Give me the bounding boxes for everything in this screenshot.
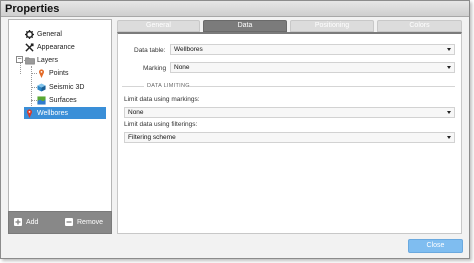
tree-item-seismic-3d[interactable]: Seismic 3D xyxy=(37,81,84,93)
markings-limit-select[interactable]: None xyxy=(124,107,455,118)
data-limiting-heading: DATA LIMITING xyxy=(147,83,190,89)
tree-item-label: General xyxy=(37,30,62,38)
remove-layer-button[interactable]: Remove xyxy=(65,218,103,226)
cube-icon xyxy=(37,82,46,92)
dropdown-arrow-icon xyxy=(447,48,451,51)
tree-item-points[interactable]: Points xyxy=(37,67,68,79)
pin-icon xyxy=(37,68,46,78)
gear-icon xyxy=(25,29,34,39)
tab-positioning[interactable]: Positioning xyxy=(290,20,374,32)
tab-data[interactable]: Data xyxy=(203,20,287,32)
minus-icon xyxy=(65,218,73,226)
marking-label: Marking xyxy=(143,65,167,72)
filterings-limit-value: Filtering scheme xyxy=(128,134,176,141)
folder-icon xyxy=(25,56,35,65)
layer-tree-panel: General Appearance − Layers Points Seism… xyxy=(8,19,112,233)
remove-label: Remove xyxy=(77,218,104,226)
tree-item-label: Layers xyxy=(37,56,59,64)
plus-icon xyxy=(14,218,22,226)
data-table-label: Data table: xyxy=(134,47,166,54)
tab-general[interactable]: General xyxy=(117,20,200,32)
tab-bar: General Data Positioning Colors xyxy=(117,20,462,32)
markings-limit-label: Limit data using markings: xyxy=(124,96,200,103)
section-divider xyxy=(189,86,455,87)
data-table-value: Wellbores xyxy=(174,46,203,53)
markings-limit-value: None xyxy=(128,109,144,116)
tree-item-label: Points xyxy=(49,69,69,77)
add-label: Add xyxy=(26,218,39,226)
dialog-title: Properties xyxy=(5,3,60,15)
dropdown-arrow-icon xyxy=(447,66,451,69)
tree-item-label: Wellbores xyxy=(37,109,68,117)
tree-item-appearance[interactable]: Appearance xyxy=(25,41,75,53)
marking-value: None xyxy=(174,64,190,71)
tree-item-layers[interactable]: Layers xyxy=(25,54,58,66)
add-layer-button[interactable]: Add xyxy=(14,218,38,226)
tree-item-surfaces[interactable]: Surfaces xyxy=(37,94,77,106)
tree-footer-toolbar: Add Remove xyxy=(8,211,112,234)
filterings-limit-label: Limit data using filterings: xyxy=(124,121,198,128)
collapse-toggle[interactable]: − xyxy=(16,56,23,63)
title-bar: Properties xyxy=(1,1,469,17)
tree-item-wellbores[interactable]: Wellbores xyxy=(24,107,106,119)
marking-select[interactable]: None xyxy=(170,62,455,73)
filterings-limit-select[interactable]: Filtering scheme xyxy=(124,132,455,143)
close-button[interactable]: Close xyxy=(408,239,463,253)
tree-item-label: Seismic 3D xyxy=(49,83,85,91)
tree-item-label: Appearance xyxy=(37,43,75,51)
section-divider xyxy=(122,86,144,87)
tree-item-label: Surfaces xyxy=(49,96,77,104)
tree-item-general[interactable]: General xyxy=(25,28,62,40)
dropdown-arrow-icon xyxy=(447,111,451,114)
tab-colors[interactable]: Colors xyxy=(377,20,462,32)
data-tab-panel: Data table: Wellbores Marking None DATA … xyxy=(117,32,462,234)
wellbore-pin-icon xyxy=(25,108,34,118)
surface-icon xyxy=(37,95,46,105)
dropdown-arrow-icon xyxy=(447,136,451,139)
brush-tools-icon xyxy=(25,42,34,52)
data-table-select[interactable]: Wellbores xyxy=(170,44,455,55)
